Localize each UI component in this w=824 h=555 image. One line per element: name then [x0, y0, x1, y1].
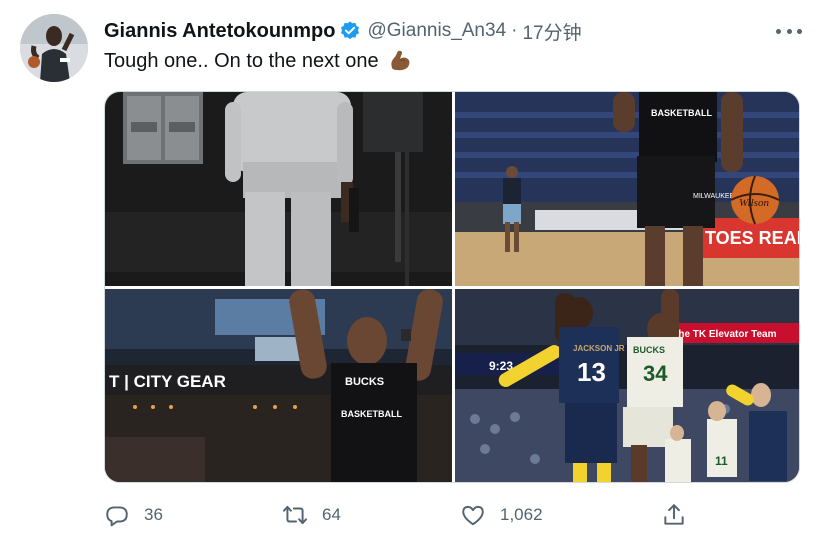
retweet-count: 64	[322, 505, 341, 524]
verified-badge-icon	[341, 21, 360, 40]
more-dot	[776, 28, 781, 34]
shorts-text: MILWAUKEE	[693, 193, 735, 200]
more-options-button[interactable]	[776, 22, 802, 40]
media-image-2[interactable]: TOES REAL BASKETBALL MILWAUKEE Wilson	[455, 92, 800, 286]
like-count: 1,062	[500, 505, 543, 524]
avatar[interactable]	[20, 14, 88, 82]
tweet-actions: 36 64 1,062	[104, 500, 704, 530]
flexed-biceps-emoji-icon	[390, 50, 410, 71]
reply-button[interactable]: 36	[104, 500, 163, 530]
reply-count: 36	[144, 505, 163, 524]
user-handle[interactable]: @Giannis_An34	[367, 20, 506, 42]
reply-icon	[106, 506, 128, 527]
more-dot	[786, 28, 792, 34]
media-grid: TOES REAL BASKETBALL MILWAUKEE Wilson T …	[104, 91, 800, 483]
share-button[interactable]	[661, 500, 687, 530]
tweet-header: Giannis Antetokounmpo @Giannis_An34 · 17…	[104, 17, 582, 45]
ball-brand-text: Wilson	[739, 197, 769, 209]
jersey-11-text: 11	[715, 454, 728, 468]
more-dot	[797, 28, 802, 34]
jersey-basketball-text: BASKETBALL	[341, 409, 402, 419]
media-image-3[interactable]: T | CITY GEAR BUCKS BASKETBALL	[105, 289, 452, 482]
tweet-text: Tough one.. On to the next one	[104, 48, 413, 74]
photo-game-action-icon: 9:23 the TK Elevator Team JACKSON JR 13 …	[455, 289, 799, 482]
media-image-4[interactable]: 9:23 the TK Elevator Team JACKSON JR 13 …	[455, 289, 799, 482]
like-button[interactable]: 1,062	[460, 500, 543, 530]
jersey-text: BASKETBALL	[651, 108, 712, 118]
separator-dot: ·	[511, 20, 518, 41]
tweet-body: Tough one.. On to the next one	[104, 49, 379, 72]
retweet-button[interactable]: 64	[282, 500, 341, 530]
jersey-name-text: JACKSON JR	[573, 344, 625, 353]
jersey-13-text: 13	[577, 357, 606, 387]
photo-dribbling-icon: TOES REAL BASKETBALL MILWAUKEE Wilson	[455, 92, 800, 286]
share-icon	[664, 504, 684, 525]
tweet-card: Giannis Antetokounmpo @Giannis_An34 · 17…	[0, 0, 824, 555]
photo-warmup-icon: T | CITY GEAR BUCKS BASKETBALL	[105, 289, 452, 482]
banner-text: TOES REAL	[705, 228, 800, 248]
jersey-34-text: 34	[643, 361, 668, 386]
display-name[interactable]: Giannis Antetokounmpo	[104, 20, 335, 43]
jersey-bucks-text: BUCKS	[345, 376, 384, 388]
jersey-bucks-label: BUCKS	[633, 345, 665, 355]
elevator-banner: the TK Elevator Team	[675, 329, 777, 340]
profile-photo-icon	[20, 14, 88, 82]
heart-icon	[462, 505, 484, 526]
tweet-timestamp[interactable]: 17分钟	[522, 18, 581, 45]
city-gear-sign: T | CITY GEAR	[109, 372, 226, 391]
media-image-1[interactable]	[105, 92, 452, 286]
photo-tunnel-icon	[105, 92, 452, 286]
retweet-icon	[282, 505, 308, 525]
